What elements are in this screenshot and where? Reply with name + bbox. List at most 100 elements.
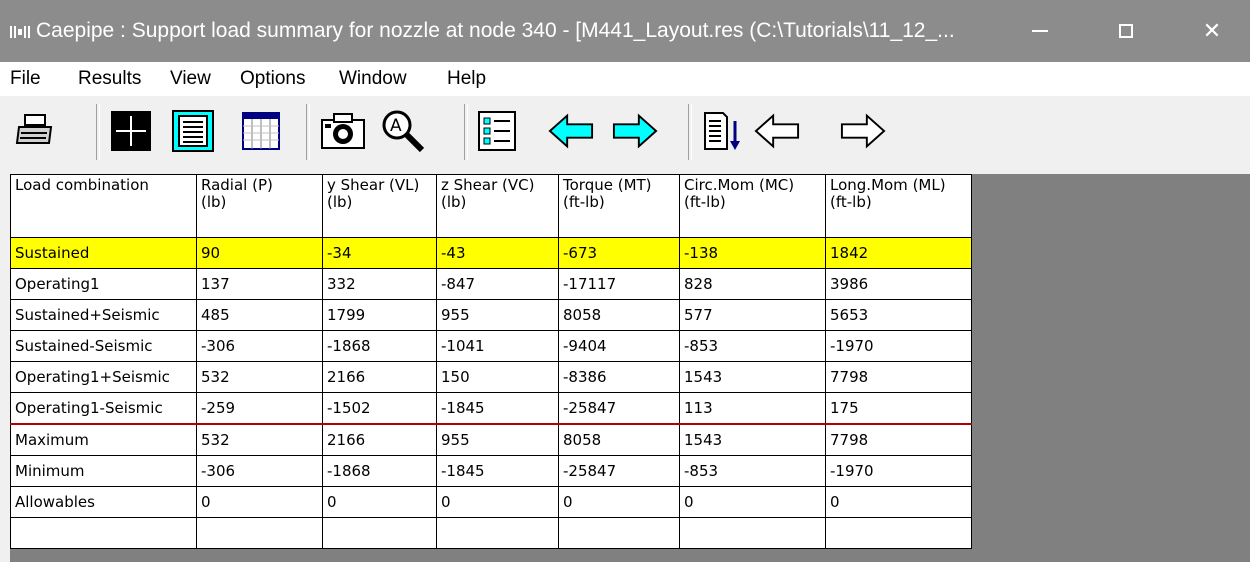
value-cell[interactable]: -17117 xyxy=(558,268,680,300)
outline-next-button[interactable] xyxy=(840,108,886,154)
value-cell[interactable]: 0 xyxy=(679,486,826,518)
value-cell[interactable]: 828 xyxy=(679,268,826,300)
value-cell[interactable]: 955 xyxy=(436,299,559,331)
value-cell[interactable]: 8058 xyxy=(558,299,680,331)
value-cell[interactable]: -853 xyxy=(679,330,826,362)
value-cell[interactable]: -138 xyxy=(679,237,826,269)
value-cell[interactable] xyxy=(679,517,826,549)
load-combination-cell[interactable]: Minimum xyxy=(10,455,197,487)
value-cell[interactable]: -1502 xyxy=(322,392,437,425)
text-view-button[interactable] xyxy=(170,108,216,154)
column-header[interactable]: y Shear (VL) (lb) xyxy=(322,174,437,238)
value-cell[interactable]: -306 xyxy=(196,330,323,362)
column-header[interactable]: z Shear (VC) (lb) xyxy=(436,174,559,238)
load-combination-cell[interactable]: Allowables xyxy=(10,486,197,518)
value-cell[interactable]: -306 xyxy=(196,455,323,487)
load-combination-cell[interactable]: Operating1 xyxy=(10,268,197,300)
table-row[interactable]: Sustained+Seismic 485 1799 955 8058 577 5653 xyxy=(10,299,972,331)
value-cell[interactable] xyxy=(558,517,680,549)
menu-window[interactable]: Window xyxy=(339,68,407,90)
zoom-button[interactable]: A xyxy=(380,108,426,154)
value-cell[interactable]: 532 xyxy=(196,423,323,456)
minimize-button[interactable] xyxy=(1010,0,1070,62)
value-cell[interactable]: -1041 xyxy=(436,330,559,362)
table-row[interactable]: Sustained 90 -34 -43 -673 -138 1842 xyxy=(10,237,972,269)
value-cell[interactable]: 175 xyxy=(825,392,972,425)
load-combination-cell[interactable]: Sustained+Seismic xyxy=(10,299,197,331)
value-cell[interactable] xyxy=(436,517,559,549)
value-cell[interactable]: 150 xyxy=(436,361,559,393)
value-cell[interactable]: -1868 xyxy=(322,455,437,487)
value-cell[interactable]: -853 xyxy=(679,455,826,487)
value-cell[interactable]: -1970 xyxy=(825,330,972,362)
value-cell[interactable]: 2166 xyxy=(322,423,437,456)
load-combination-cell[interactable]: Maximum xyxy=(10,423,197,456)
value-cell[interactable]: -43 xyxy=(436,237,559,269)
menu-options[interactable]: Options xyxy=(240,68,305,90)
table-row[interactable]: Operating1+Seismic 532 2166 150 -8386 1543 779… xyxy=(10,361,972,393)
value-cell[interactable]: -847 xyxy=(436,268,559,300)
value-cell[interactable]: 332 xyxy=(322,268,437,300)
value-cell[interactable]: 137 xyxy=(196,268,323,300)
value-cell[interactable]: 3986 xyxy=(825,268,972,300)
value-cell[interactable]: 8058 xyxy=(558,423,680,456)
value-cell[interactable]: 1842 xyxy=(825,237,972,269)
print-button[interactable] xyxy=(12,108,58,154)
camera-button[interactable] xyxy=(320,108,366,154)
value-cell[interactable]: -8386 xyxy=(558,361,680,393)
value-cell[interactable]: -259 xyxy=(196,392,323,425)
menu-view[interactable]: View xyxy=(170,68,211,90)
column-header[interactable]: Torque (MT) (ft-lb) xyxy=(558,174,680,238)
value-cell[interactable]: -1845 xyxy=(436,392,559,425)
sort-button[interactable] xyxy=(700,108,746,154)
value-cell[interactable]: 90 xyxy=(196,237,323,269)
table-row[interactable]: Allowables 0 0 0 0 0 0 xyxy=(10,486,972,518)
value-cell[interactable]: -34 xyxy=(322,237,437,269)
column-header[interactable]: Radial (P) (lb) xyxy=(196,174,323,238)
column-header[interactable]: Load combination xyxy=(10,174,197,238)
value-cell[interactable]: 2166 xyxy=(322,361,437,393)
load-combination-cell[interactable]: Operating1+Seismic xyxy=(10,361,197,393)
next-button[interactable] xyxy=(612,108,658,154)
value-cell[interactable]: 485 xyxy=(196,299,323,331)
value-cell[interactable]: 577 xyxy=(679,299,826,331)
value-cell[interactable]: 0 xyxy=(825,486,972,518)
column-header[interactable]: Circ.Mom (MC) (ft-lb) xyxy=(679,174,826,238)
legend-button[interactable] xyxy=(474,108,520,154)
value-cell[interactable]: 0 xyxy=(558,486,680,518)
outline-previous-button[interactable] xyxy=(754,108,800,154)
value-cell[interactable]: 7798 xyxy=(825,361,972,393)
value-cell[interactable]: 955 xyxy=(436,423,559,456)
value-cell[interactable]: -1970 xyxy=(825,455,972,487)
value-cell[interactable]: 1543 xyxy=(679,423,826,456)
value-cell[interactable]: 0 xyxy=(322,486,437,518)
value-cell[interactable]: 5653 xyxy=(825,299,972,331)
column-header[interactable]: Long.Mom (ML) (ft-lb) xyxy=(825,174,972,238)
table-row[interactable]: Operating1-Seismic -259 -1502 -1845 -25847 11… xyxy=(10,392,972,425)
table-view-button[interactable] xyxy=(238,108,284,154)
value-cell[interactable]: -9404 xyxy=(558,330,680,362)
load-combination-cell[interactable]: Operating1-Seismic xyxy=(10,392,197,425)
value-cell[interactable]: -25847 xyxy=(558,392,680,425)
value-cell[interactable]: -673 xyxy=(558,237,680,269)
value-cell[interactable]: -1868 xyxy=(322,330,437,362)
value-cell[interactable] xyxy=(825,517,972,549)
close-button[interactable]: ✕ xyxy=(1182,0,1242,62)
load-combination-cell[interactable]: Sustained xyxy=(10,237,197,269)
value-cell[interactable] xyxy=(322,517,437,549)
table-row[interactable] xyxy=(10,517,972,549)
load-combination-cell[interactable]: Sustained-Seismic xyxy=(10,330,197,362)
crosshair-button[interactable] xyxy=(108,108,154,154)
value-cell[interactable]: 113 xyxy=(679,392,826,425)
value-cell[interactable]: 7798 xyxy=(825,423,972,456)
value-cell[interactable] xyxy=(196,517,323,549)
value-cell[interactable]: -25847 xyxy=(558,455,680,487)
value-cell[interactable]: 1799 xyxy=(322,299,437,331)
load-combination-cell[interactable] xyxy=(10,517,197,549)
menu-results[interactable]: Results xyxy=(78,68,141,90)
menu-help[interactable]: Help xyxy=(447,68,486,90)
value-cell[interactable]: 0 xyxy=(436,486,559,518)
table-row[interactable]: Sustained-Seismic -306 -1868 -1041 -9404 -853… xyxy=(10,330,972,362)
previous-button[interactable] xyxy=(548,108,594,154)
value-cell[interactable]: -1845 xyxy=(436,455,559,487)
